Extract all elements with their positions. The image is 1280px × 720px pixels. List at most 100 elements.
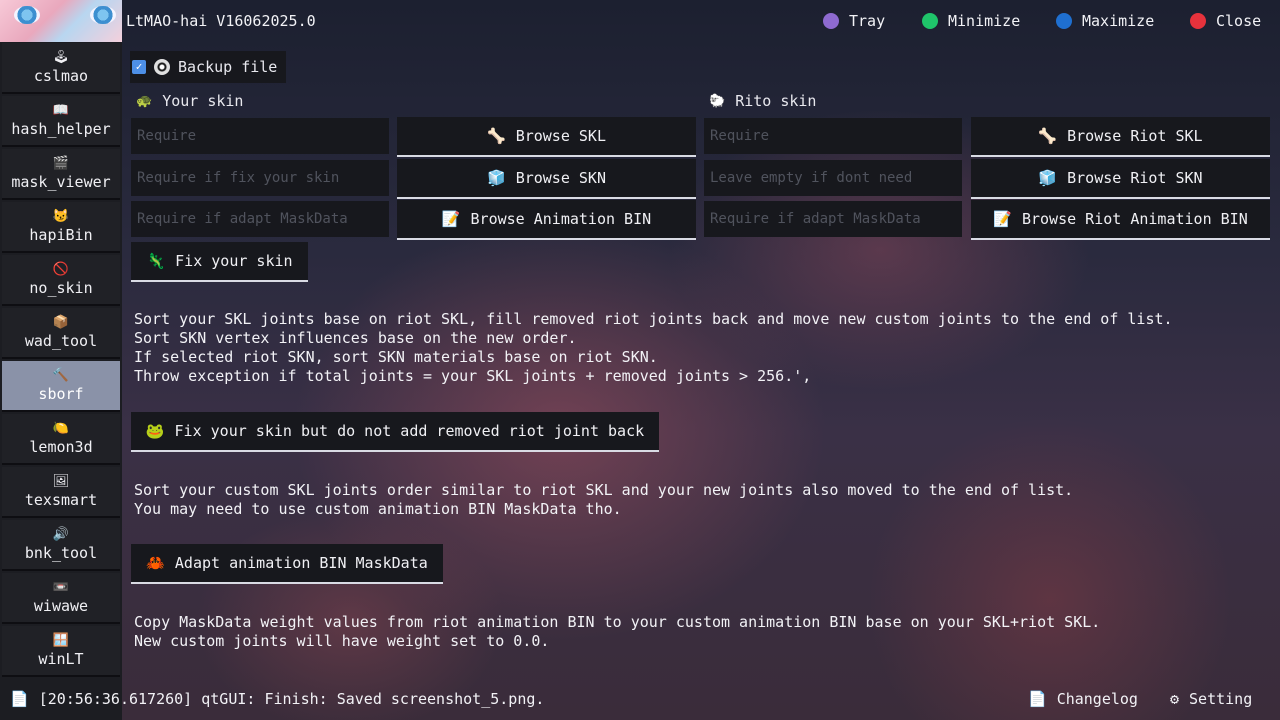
avatar-eye-left: [14, 6, 40, 24]
gear-icon: ⚙: [1170, 690, 1180, 708]
tray-dot-icon: [823, 13, 839, 29]
browse-riot-skn-label: Browse Riot SKN: [1067, 169, 1203, 187]
sidebar-item-label: texsmart: [24, 491, 98, 509]
log-file-icon[interactable]: 📄: [10, 690, 29, 708]
sidebar-item-cslmao[interactable]: 🕹 cslmao: [2, 43, 120, 94]
avatar: [0, 0, 122, 42]
sidebar-item-label: sborf: [38, 385, 84, 403]
setting-button[interactable]: ⚙ Setting: [1170, 690, 1252, 708]
your-skn-input[interactable]: [131, 160, 389, 196]
sidebar-item-label: cslmao: [33, 67, 89, 85]
sidebar-item-label: mask_viewer: [11, 173, 111, 191]
sidebar-item-label: no_skin: [29, 279, 93, 297]
checkbox-checked-icon[interactable]: ✓: [132, 60, 146, 74]
bone-icon: 🦴: [487, 127, 506, 145]
minimize-dot-icon: [922, 13, 938, 29]
cat-icon: 😼: [52, 209, 70, 224]
crab-icon: 🦀: [146, 554, 165, 572]
fix-skin-no-riot-joints-label: Fix your skin but do not add removed rio…: [174, 422, 645, 440]
riot-skl-input[interactable]: [704, 118, 962, 154]
minimize-button[interactable]: Minimize: [922, 12, 1020, 30]
close-dot-icon: [1190, 13, 1206, 29]
app-title: LtMAO-hai V16062025.0: [126, 12, 316, 30]
browse-riot-skl-label: Browse Riot SKL: [1067, 127, 1203, 145]
sidebar-item-label: bnk_tool: [24, 544, 98, 562]
browse-skl-label: Browse SKL: [515, 127, 606, 145]
sidebar: 🕹 cslmao 📖 hash_helper 🎬 mask_viewer 😼 h…: [0, 0, 122, 720]
tray-button[interactable]: Tray: [823, 12, 885, 30]
sidebar-item-label: lemon3d: [29, 438, 93, 456]
sidebar-item-sborf[interactable]: 🔨 sborf: [2, 361, 120, 412]
status-text: [20:56:36.617260] qtGUI: Finish: Saved s…: [38, 690, 545, 708]
joystick-icon: 🕹: [52, 50, 70, 65]
minimize-label: Minimize: [948, 12, 1021, 30]
bone-icon: 🦴: [1038, 127, 1058, 145]
maximize-label: Maximize: [1082, 12, 1155, 30]
browse-skl-button[interactable]: 🦴 Browse SKL: [397, 117, 696, 157]
lemon-icon: 🍋: [52, 421, 70, 436]
cube-icon: 🧊: [1038, 169, 1058, 187]
package-icon: 📦: [52, 315, 70, 330]
frog-icon: 🐸: [145, 422, 165, 440]
sidebar-item-wiwawe[interactable]: 📼 wiwawe: [2, 573, 120, 624]
adapt-maskdata-button[interactable]: 🦀 Adapt animation BIN MaskData: [131, 544, 443, 584]
sidebar-item-label: winLT: [38, 650, 84, 668]
status-bar: 📄 [20:56:36.617260] qtGUI: Finish: Saved…: [10, 690, 544, 708]
your-animation-bin-input[interactable]: [131, 201, 389, 237]
browse-animation-bin-label: Browse Animation BIN: [470, 210, 652, 228]
backup-file-label: Backup file: [178, 58, 278, 76]
browse-riot-animation-bin-label: Browse Riot Animation BIN: [1021, 210, 1248, 228]
changelog-button[interactable]: 📄 Changelog: [1028, 690, 1138, 708]
tray-label: Tray: [849, 12, 886, 30]
maximize-dot-icon: [1056, 13, 1072, 29]
sidebar-item-hapibin[interactable]: 😼 hapiBin: [2, 202, 120, 253]
your-skl-input[interactable]: [131, 118, 389, 154]
close-label: Close: [1216, 12, 1262, 30]
close-button[interactable]: Close: [1190, 12, 1261, 30]
sidebar-item-hash-helper[interactable]: 📖 hash_helper: [2, 96, 120, 147]
changelog-label: Changelog: [1056, 690, 1138, 708]
adapt-maskdata-description: Copy MaskData weight values from riot an…: [134, 613, 1101, 650]
adapt-maskdata-label: Adapt animation BIN MaskData: [174, 554, 428, 572]
rito-skin-title: 🐑 Rito skin: [709, 92, 816, 110]
fix-your-skin-button[interactable]: 🦎 Fix your skin: [131, 242, 308, 282]
browse-skn-label: Browse SKN: [515, 169, 606, 187]
hammer-icon: 🔨: [52, 368, 70, 383]
maximize-button[interactable]: Maximize: [1056, 12, 1154, 30]
sidebar-item-wad-tool[interactable]: 📦 wad_tool: [2, 308, 120, 359]
backup-file-checkbox[interactable]: ✓ Backup file: [130, 51, 286, 83]
sidebar-item-texsmart[interactable]: 🖼 texsmart: [2, 467, 120, 518]
riot-animation-bin-input[interactable]: [704, 201, 962, 237]
sidebar-item-label: wiwawe: [33, 597, 89, 615]
speaker-icon: 🔊: [52, 527, 70, 542]
book-icon: 📖: [52, 103, 70, 118]
sidebar-item-label: hapiBin: [29, 226, 93, 244]
fix-skin-no-riot-joints-description: Sort your custom SKL joints order simila…: [134, 481, 1074, 518]
sidebar-item-label: wad_tool: [24, 332, 98, 350]
sidebar-item-label: hash_helper: [11, 120, 111, 138]
prohibited-icon: 🚫: [52, 262, 70, 277]
fix-skin-no-riot-joints-button[interactable]: 🐸 Fix your skin but do not add removed r…: [131, 412, 659, 452]
fix-your-skin-label: Fix your skin: [175, 252, 293, 270]
riot-skn-input[interactable]: [704, 160, 962, 196]
sidebar-item-winlt[interactable]: 🪟 winLT: [2, 626, 120, 677]
sidebar-item-no-skin[interactable]: 🚫 no_skin: [2, 255, 120, 306]
setting-label: Setting: [1189, 690, 1253, 708]
browse-riot-skl-button[interactable]: 🦴 Browse Riot SKL: [971, 117, 1270, 157]
memo-icon: 📝: [441, 210, 461, 228]
browse-skn-button[interactable]: 🧊 Browse SKN: [397, 159, 696, 199]
document-icon: 📄: [1028, 690, 1047, 708]
cassette-icon: 📼: [52, 580, 70, 595]
sheep-icon: 🐑: [709, 93, 726, 109]
rito-skin-label: Rito skin: [735, 92, 817, 110]
lizard-icon: 🦎: [146, 252, 166, 270]
sidebar-item-lemon3d[interactable]: 🍋 lemon3d: [2, 414, 120, 465]
browse-animation-bin-button[interactable]: 📝 Browse Animation BIN: [397, 200, 696, 240]
your-skin-title: 🐢 Your skin: [136, 92, 243, 110]
cube-icon: 🧊: [487, 169, 506, 187]
browse-riot-animation-bin-button[interactable]: 📝 Browse Riot Animation BIN: [971, 200, 1270, 240]
browse-riot-skn-button[interactable]: 🧊 Browse Riot SKN: [971, 159, 1270, 199]
sidebar-item-mask-viewer[interactable]: 🎬 mask_viewer: [2, 149, 120, 200]
sidebar-item-bnk-tool[interactable]: 🔊 bnk_tool: [2, 520, 120, 571]
memo-icon: 📝: [993, 210, 1012, 228]
